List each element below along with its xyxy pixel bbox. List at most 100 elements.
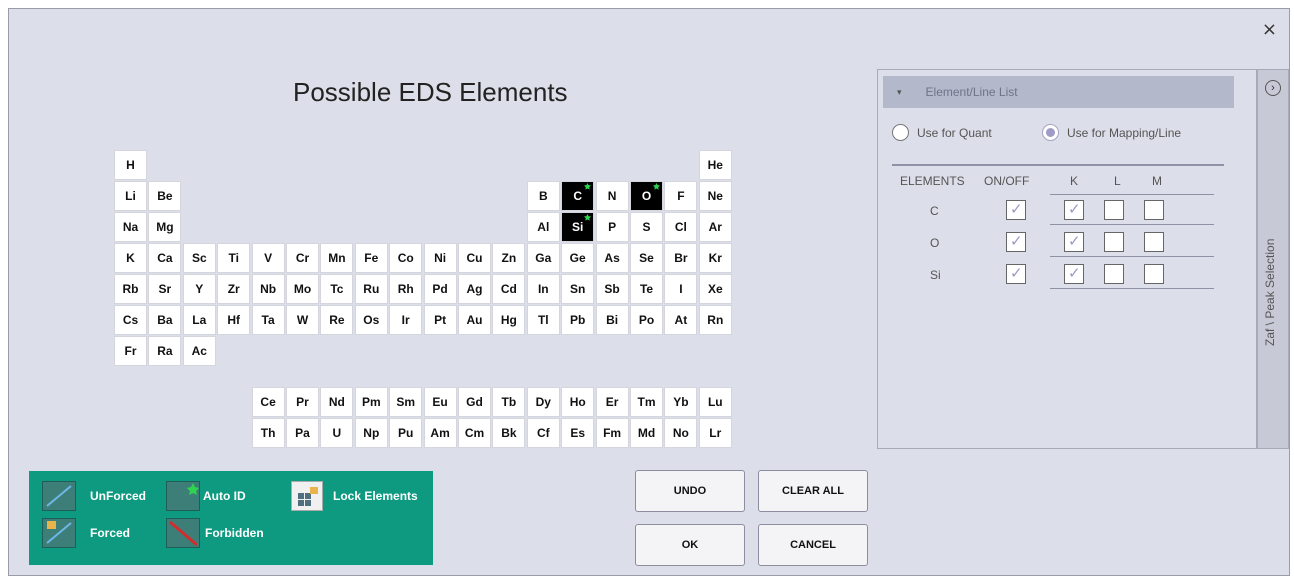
element-fm[interactable]: Fm <box>595 418 629 448</box>
element-w[interactable]: W <box>286 305 319 335</box>
m-line-checkbox[interactable] <box>1144 264 1164 284</box>
element-pu[interactable]: Pu <box>389 418 423 448</box>
element-ca[interactable]: Ca <box>148 243 182 273</box>
side-tab[interactable]: › Zaf \ Peak Selection <box>1257 69 1289 449</box>
element-u[interactable]: U <box>320 418 354 448</box>
element-te[interactable]: Te <box>630 274 663 304</box>
lock-elements-icon[interactable] <box>291 481 323 511</box>
element-ac[interactable]: Ac <box>182 336 216 366</box>
element-eu[interactable]: Eu <box>423 387 457 417</box>
element-v[interactable]: V <box>251 243 285 273</box>
expand-arrow-icon[interactable]: › <box>1265 80 1281 96</box>
on-off-checkbox[interactable] <box>1006 200 1026 220</box>
element-pm[interactable]: Pm <box>354 387 388 417</box>
element-re[interactable]: Re <box>320 305 354 335</box>
element-ru[interactable]: Ru <box>354 274 388 304</box>
element-br[interactable]: Br <box>664 243 698 273</box>
element-sn[interactable]: Sn <box>561 274 595 304</box>
l-line-checkbox[interactable] <box>1104 264 1124 284</box>
element-zn[interactable]: Zn <box>492 243 526 273</box>
element-cd[interactable]: Cd <box>492 274 526 304</box>
element-yb[interactable]: Yb <box>664 387 698 417</box>
element-la[interactable]: La <box>182 305 216 335</box>
element-cu[interactable]: Cu <box>458 243 491 273</box>
element-xe[interactable]: Xe <box>698 274 732 304</box>
element-rb[interactable]: Rb <box>114 274 147 304</box>
element-no[interactable]: No <box>664 418 698 448</box>
element-sb[interactable]: Sb <box>595 274 629 304</box>
element-mg[interactable]: Mg <box>148 212 182 242</box>
element-ho[interactable]: Ho <box>561 387 595 417</box>
element-mo[interactable]: Mo <box>286 274 319 304</box>
element-tb[interactable]: Tb <box>492 387 526 417</box>
element-np[interactable]: Np <box>354 418 388 448</box>
element-gd[interactable]: Gd <box>458 387 491 417</box>
element-pt[interactable]: Pt <box>423 305 457 335</box>
on-off-checkbox[interactable] <box>1006 232 1026 252</box>
element-cl[interactable]: Cl <box>664 212 698 242</box>
m-line-checkbox[interactable] <box>1144 200 1164 220</box>
element-na[interactable]: Na <box>114 212 147 242</box>
element-ar[interactable]: Ar <box>698 212 732 242</box>
element-ir[interactable]: Ir <box>389 305 423 335</box>
element-ne[interactable]: Ne <box>698 181 732 211</box>
l-line-checkbox[interactable] <box>1104 200 1124 220</box>
element-ce[interactable]: Ce <box>251 387 285 417</box>
close-icon[interactable]: × <box>1262 19 1277 40</box>
element-b[interactable]: B <box>526 181 560 211</box>
element-pa[interactable]: Pa <box>286 418 319 448</box>
element-n[interactable]: N <box>595 181 629 211</box>
element-in[interactable]: In <box>526 274 560 304</box>
element-sc[interactable]: Sc <box>182 243 216 273</box>
cancel-button[interactable]: CANCEL <box>758 524 868 566</box>
element-se[interactable]: Se <box>630 243 663 273</box>
element-hg[interactable]: Hg <box>492 305 526 335</box>
element-si[interactable]: Si <box>561 212 595 242</box>
element-rn[interactable]: Rn <box>698 305 732 335</box>
element-s[interactable]: S <box>630 212 663 242</box>
element-o[interactable]: O <box>630 181 663 211</box>
element-be[interactable]: Be <box>148 181 182 211</box>
element-ra[interactable]: Ra <box>148 336 182 366</box>
element-he[interactable]: He <box>698 150 732 180</box>
element-pd[interactable]: Pd <box>423 274 457 304</box>
element-line-list-header[interactable]: ▾ Element/Line List <box>883 76 1234 108</box>
element-nd[interactable]: Nd <box>320 387 354 417</box>
element-sm[interactable]: Sm <box>389 387 423 417</box>
clear-all-button[interactable]: CLEAR ALL <box>758 470 868 512</box>
use-for-mapping-radio[interactable] <box>1042 124 1059 141</box>
element-es[interactable]: Es <box>561 418 595 448</box>
element-p[interactable]: P <box>595 212 629 242</box>
element-i[interactable]: I <box>664 274 698 304</box>
undo-button[interactable]: UNDO <box>635 470 745 512</box>
element-ta[interactable]: Ta <box>251 305 285 335</box>
element-pb[interactable]: Pb <box>561 305 595 335</box>
element-md[interactable]: Md <box>630 418 663 448</box>
element-y[interactable]: Y <box>182 274 216 304</box>
element-bk[interactable]: Bk <box>492 418 526 448</box>
element-cs[interactable]: Cs <box>114 305 147 335</box>
element-ga[interactable]: Ga <box>526 243 560 273</box>
m-line-checkbox[interactable] <box>1144 232 1164 252</box>
k-line-checkbox[interactable] <box>1064 232 1084 252</box>
element-f[interactable]: F <box>664 181 698 211</box>
element-tc[interactable]: Tc <box>320 274 354 304</box>
element-as[interactable]: As <box>595 243 629 273</box>
use-for-quant-radio[interactable] <box>892 124 909 141</box>
element-c[interactable]: C <box>561 181 595 211</box>
element-cm[interactable]: Cm <box>458 418 491 448</box>
on-off-checkbox[interactable] <box>1006 264 1026 284</box>
element-po[interactable]: Po <box>630 305 663 335</box>
element-au[interactable]: Au <box>458 305 491 335</box>
k-line-checkbox[interactable] <box>1064 200 1084 220</box>
element-kr[interactable]: Kr <box>698 243 732 273</box>
element-sr[interactable]: Sr <box>148 274 182 304</box>
element-th[interactable]: Th <box>251 418 285 448</box>
k-line-checkbox[interactable] <box>1064 264 1084 284</box>
element-cf[interactable]: Cf <box>526 418 560 448</box>
ok-button[interactable]: OK <box>635 524 745 566</box>
l-line-checkbox[interactable] <box>1104 232 1124 252</box>
element-k[interactable]: K <box>114 243 147 273</box>
element-dy[interactable]: Dy <box>526 387 560 417</box>
element-hf[interactable]: Hf <box>217 305 251 335</box>
